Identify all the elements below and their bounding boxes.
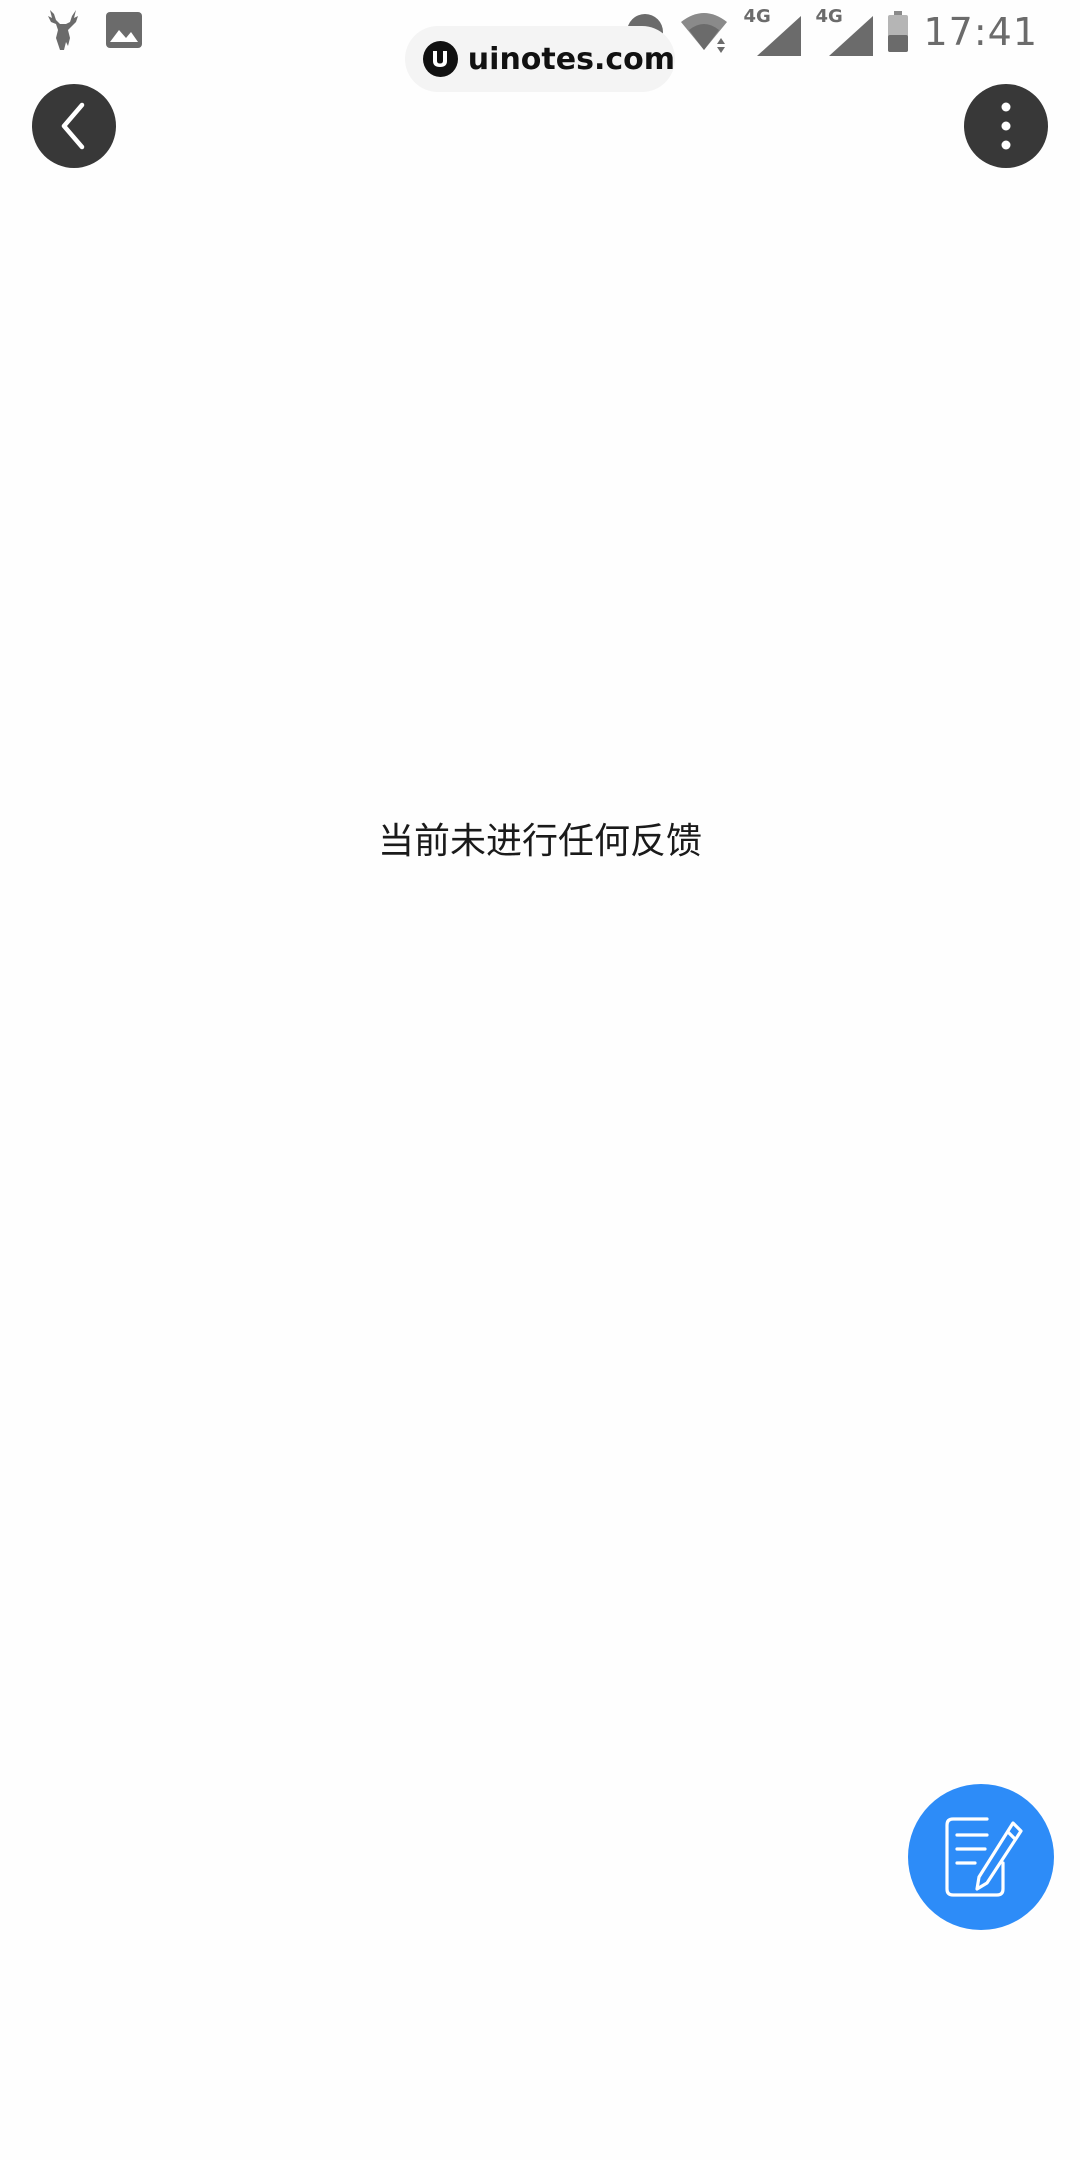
watermark-badge: uinotes.com — [405, 26, 675, 92]
cell-network-2: 4G — [815, 6, 874, 56]
back-button[interactable] — [32, 84, 116, 168]
deer-app-icon — [48, 10, 78, 50]
battery-icon — [888, 11, 909, 52]
cell-network-1: 4G — [743, 6, 802, 56]
signal-icon — [757, 16, 802, 56]
signal-icon — [829, 16, 874, 56]
watermark-text: uinotes.com — [467, 41, 675, 77]
status-bar-left — [44, 8, 144, 52]
uinotes-logo-icon — [423, 41, 458, 77]
more-vertical-icon — [1001, 102, 1011, 150]
status-bar-right: 4G 4G 17:41 — [625, 6, 1038, 56]
gallery-icon — [106, 12, 142, 48]
edit-note-icon — [945, 1817, 1023, 1897]
empty-state-message: 当前未进行任何反馈 — [377, 821, 702, 862]
wifi-icon — [681, 13, 728, 53]
feedback-screen: 4G 4G 17:41 uinotes.com 当前未进行任何反馈 — [0, 0, 1080, 2160]
chevron-left-icon — [61, 102, 85, 150]
new-feedback-button[interactable] — [908, 1784, 1054, 1930]
status-time: 17:41 — [923, 10, 1038, 54]
more-options-button[interactable] — [964, 84, 1048, 168]
